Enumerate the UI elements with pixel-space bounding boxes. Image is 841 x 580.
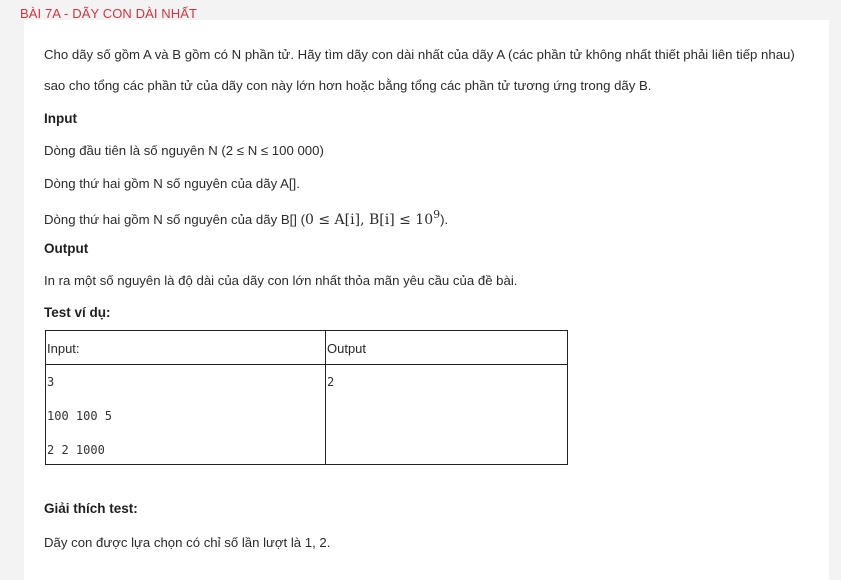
statement-line-1: Cho dãy số gồm A và B gồm có N phần tử. … — [44, 47, 795, 62]
test-table-header-output: Output — [325, 330, 568, 365]
test-table-header-row: Input: Output — [45, 330, 568, 365]
output-heading: Output — [44, 241, 89, 256]
input-heading: Input — [44, 111, 77, 126]
test-input-line: 100 100 5 — [47, 409, 113, 423]
explanation-line-1: Dãy con được lựa chọn có chỉ số lần lượt… — [44, 535, 331, 550]
test-table-data-row: 3 100 100 5 2 2 1000 2 — [45, 364, 568, 465]
page-title: BÀI 7A - DÃY CON DÀI NHẤT — [20, 6, 198, 21]
input-line-2: Dòng thứ hai gồm N số nguyên của dãy A[]… — [44, 176, 300, 191]
statement-line-2: sao cho tổng các phần tử của dãy con này… — [44, 78, 652, 93]
input-line-3-text: Dòng thứ hai gồm N số nguyên của dãy B[]… — [44, 212, 306, 227]
test-table: Input: Output 3 100 100 5 2 2 1000 2 — [45, 330, 568, 465]
test-input-line: 3 — [47, 375, 55, 389]
input-line-1: Dòng đầu tiên là số nguyên N (2 ≤ N ≤ 10… — [44, 143, 324, 158]
explanation-heading: Giải thích test: — [44, 501, 138, 516]
output-line-1: In ra một số nguyên là độ dài của dãy co… — [44, 273, 518, 288]
test-input-line: 2 2 1000 — [47, 443, 105, 457]
test-input-cell: 3 100 100 5 2 2 1000 — [45, 364, 326, 465]
input-line-3-math: 0 ≤ A[i], B[i] ≤ 109 — [305, 208, 440, 228]
input-line-3-end: ). — [440, 212, 449, 227]
test-output-line: 2 — [327, 375, 335, 389]
test-heading: Test ví dụ: — [44, 305, 111, 320]
problem-card: Cho dãy số gồm A và B gồm có N phần tử. … — [24, 20, 829, 580]
test-table-header-input: Input: — [45, 330, 326, 365]
input-line-3: Dòng thứ hai gồm N số nguyên của dãy B[]… — [44, 207, 448, 228]
test-output-cell: 2 — [325, 364, 568, 465]
input-line-3-math-base: 0 ≤ A[i], B[i] ≤ 10 — [305, 212, 434, 228]
